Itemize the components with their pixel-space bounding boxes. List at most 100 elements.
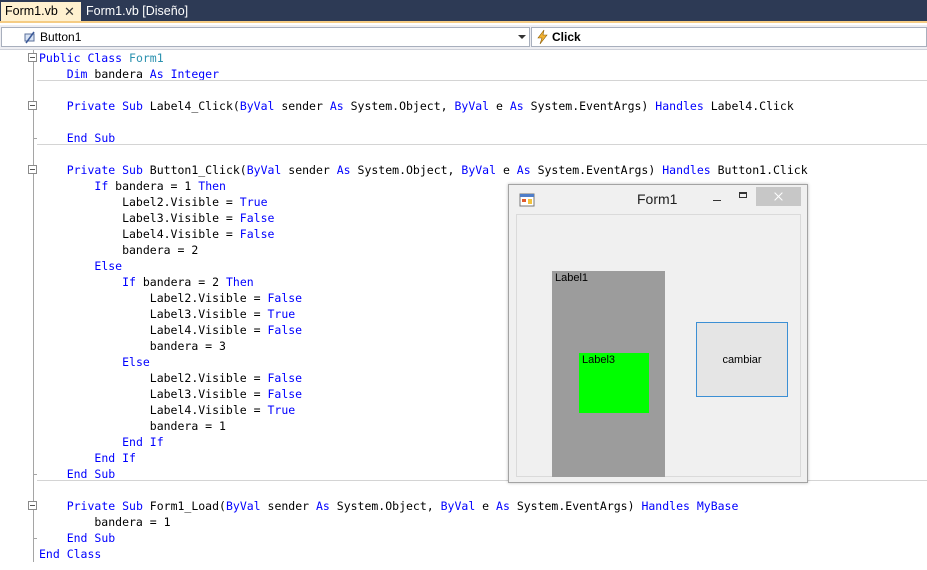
code-token: System.Object, — [329, 499, 441, 513]
close-window-icon[interactable] — [756, 187, 801, 206]
code-token: e — [496, 163, 517, 177]
code-line[interactable]: Label2.Visible = False — [39, 290, 302, 306]
code-line[interactable]: Label4.Visible = True — [39, 402, 295, 418]
collapse-icon[interactable] — [28, 53, 37, 62]
tab-form1-designer[interactable]: Form1.vb [Diseño] — [82, 2, 192, 21]
code-line[interactable]: bandera = 1 — [39, 514, 170, 530]
form-title: Form1 — [637, 191, 678, 207]
keyword-token: As — [329, 99, 344, 113]
cambiar-button[interactable]: cambiar — [696, 322, 788, 397]
object-dropdown-value: Button1 — [40, 30, 82, 44]
keyword-token: False — [267, 291, 303, 305]
code-token: Label3.Visible = — [39, 387, 268, 401]
keyword-token: End Class — [39, 547, 102, 561]
keyword-token: ByVal — [454, 99, 490, 113]
outline-end-tick — [33, 474, 37, 475]
code-line[interactable]: bandera = 3 — [39, 338, 226, 354]
collapse-icon[interactable] — [28, 165, 37, 174]
label1-control[interactable]: Label1 Label3 — [552, 271, 665, 477]
code-token: System.EventArgs) — [530, 163, 663, 177]
collapse-icon[interactable] — [28, 101, 37, 110]
keyword-token: Then — [225, 275, 254, 289]
keyword-token: Then — [198, 179, 226, 193]
code-line[interactable]: Label3.Visible = False — [39, 386, 302, 402]
procedure-separator — [37, 80, 927, 81]
code-line[interactable]: bandera = 1 — [39, 418, 226, 434]
navigation-bar: Button1 Click — [0, 25, 927, 50]
code-token: e — [475, 499, 497, 513]
tab-label: Form1.vb — [5, 4, 58, 18]
code-line[interactable]: Public Class Form1 — [39, 50, 164, 66]
keyword-token: MyBase — [696, 499, 739, 513]
outline-end-tick — [33, 138, 37, 139]
code-line[interactable]: Private Sub Form1_Load(ByVal sender As S… — [39, 498, 739, 514]
code-line[interactable]: End If — [39, 434, 164, 450]
code-line[interactable]: Label3.Visible = False — [39, 210, 274, 226]
code-token: Label2.Visible = — [39, 291, 268, 305]
code-line[interactable]: Private Sub Button1_Click(ByVal sender A… — [39, 162, 808, 178]
code-line[interactable]: Else — [39, 354, 150, 370]
code-line[interactable]: If bandera = 1 Then — [39, 178, 226, 194]
code-token: Label4.Visible = — [39, 403, 268, 417]
code-line[interactable]: End If — [39, 450, 136, 466]
code-line[interactable]: bandera = 2 — [39, 242, 198, 258]
code-token: sender — [274, 99, 330, 113]
code-line[interactable]: If bandera = 2 Then — [39, 274, 254, 290]
form-client-area: Label1 Label3 cambiar — [516, 214, 801, 477]
code-token: bandera = 3 — [39, 339, 226, 353]
code-line[interactable]: Else — [39, 258, 122, 274]
keyword-token: End If — [94, 451, 136, 465]
code-line[interactable]: Label4.Visible = False — [39, 322, 302, 338]
keyword-token: ByVal — [461, 163, 497, 177]
outline-end-tick — [33, 538, 37, 539]
event-dropdown-value: Click — [552, 30, 581, 44]
code-line[interactable]: End Sub — [39, 530, 115, 546]
event-dropdown[interactable]: Click — [531, 27, 927, 47]
close-tab-icon[interactable]: ✕ — [64, 2, 75, 21]
keyword-token: As — [496, 499, 510, 513]
code-token: bandera = 1 — [39, 419, 226, 433]
keyword-token: As — [336, 163, 351, 177]
code-token: bandera = 2 — [39, 243, 199, 257]
keyword-token: Handles — [655, 99, 704, 113]
form1-window[interactable]: Form1 Label1 Label3 cambiar — [508, 184, 808, 483]
minimize-icon[interactable] — [706, 187, 730, 209]
maximize-icon[interactable] — [732, 187, 756, 209]
collapse-icon[interactable] — [28, 501, 37, 510]
code-line[interactable]: End Class — [39, 546, 101, 562]
keyword-token: Else — [122, 355, 150, 369]
keyword-token: ByVal — [246, 163, 282, 177]
keyword-token: If — [94, 179, 109, 193]
code-token: sender — [281, 163, 337, 177]
code-line[interactable]: Label2.Visible = False — [39, 370, 302, 386]
code-line[interactable]: Label2.Visible = True — [39, 194, 267, 210]
code-line[interactable]: Label4.Visible = False — [39, 226, 274, 242]
label3-text: Label3 — [582, 354, 616, 366]
code-token: Form1_Load( — [142, 499, 226, 513]
keyword-token: End Sub — [66, 467, 116, 481]
keyword-token: As — [516, 163, 531, 177]
code-token: e — [489, 99, 510, 113]
tab-form1-vb[interactable]: Form1.vb ✕ — [1, 2, 81, 21]
label3-control[interactable]: Label3 — [579, 353, 649, 413]
document-tab-strip: Form1.vb ✕ Form1.vb [Diseño] — [0, 0, 927, 23]
code-token: Label3.Visible = — [39, 307, 268, 321]
keyword-token: ByVal — [239, 99, 275, 113]
code-line[interactable]: Label3.Visible = True — [39, 306, 295, 322]
code-token: Label2.Visible = — [39, 371, 268, 385]
object-dropdown[interactable]: Button1 — [1, 27, 530, 47]
tab-label: Form1.vb [Diseño] — [86, 4, 189, 18]
keyword-token: Private Sub — [66, 499, 143, 513]
chevron-down-icon[interactable] — [518, 35, 526, 39]
code-line[interactable]: Private Sub Label4_Click(ByVal sender As… — [39, 98, 794, 114]
keyword-token: Handles — [662, 163, 711, 177]
keyword-token: False — [267, 387, 303, 401]
